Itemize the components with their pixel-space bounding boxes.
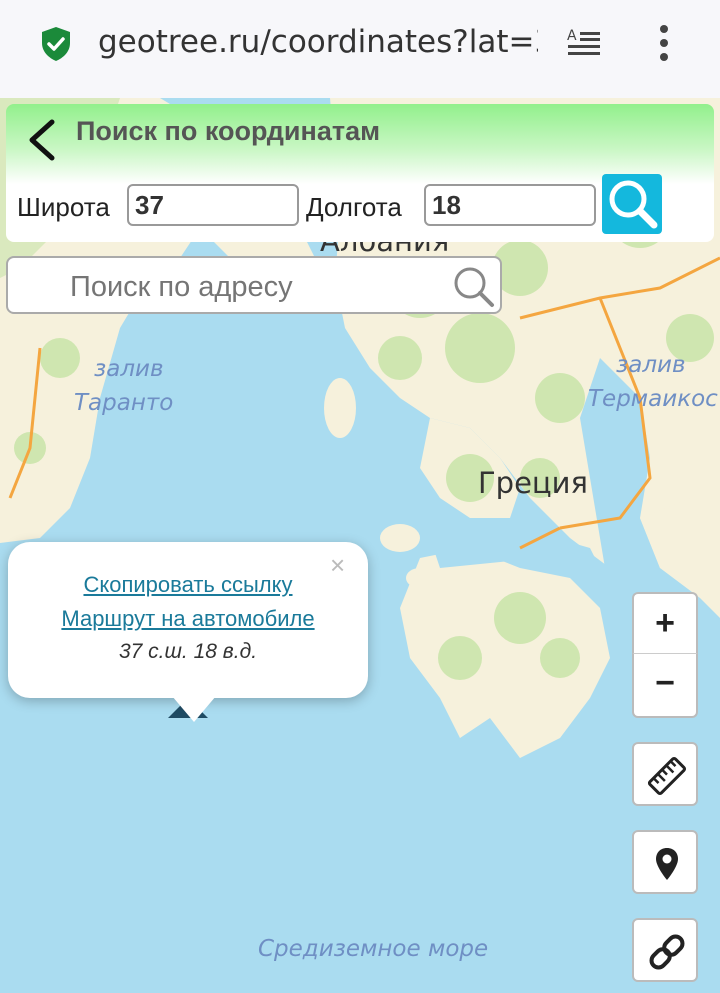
ruler-button[interactable] bbox=[632, 742, 698, 806]
copy-link[interactable]: Скопировать ссылку bbox=[8, 572, 368, 598]
link-icon bbox=[649, 934, 685, 970]
address-search-input[interactable] bbox=[68, 270, 442, 305]
latitude-label: Широта bbox=[17, 192, 110, 222]
popup-coordinates: 37 с.ш. 18 в.д. bbox=[118, 640, 258, 663]
location-popup: × Скопировать ссылку Маршрут на автомоби… bbox=[8, 542, 368, 722]
car-route-link[interactable]: Маршрут на автомобиле bbox=[8, 606, 368, 632]
coordinate-search-panel: Поиск по координатам Широта 37 Долгота 1… bbox=[6, 104, 714, 242]
address-search-box bbox=[6, 256, 502, 314]
search-icon[interactable] bbox=[452, 266, 496, 308]
zoom-out-label: − bbox=[655, 664, 675, 702]
coordinate-search-button[interactable] bbox=[602, 174, 662, 234]
place-marker-button[interactable] bbox=[632, 830, 698, 894]
label-mediterranean: Средиземное море bbox=[258, 936, 489, 962]
shield-check-icon bbox=[42, 27, 70, 61]
longitude-input[interactable]: 18 bbox=[424, 184, 596, 226]
back-arrow-icon[interactable] bbox=[24, 118, 58, 162]
label-gulf-taranto-1: залив bbox=[94, 356, 164, 382]
longitude-label: Долгота bbox=[306, 192, 402, 222]
page-title: Поиск по координатам bbox=[76, 116, 381, 146]
location-pin-icon bbox=[656, 848, 678, 880]
more-vert-icon[interactable] bbox=[656, 24, 672, 64]
svg-text:A: A bbox=[567, 28, 577, 44]
share-link-button[interactable] bbox=[632, 918, 698, 982]
search-icon bbox=[609, 180, 658, 229]
browser-url-bar: geotree.ru/coordinates?lat=3 A bbox=[0, 0, 720, 98]
zoom-in-label: + bbox=[655, 604, 675, 642]
ruler-icon bbox=[647, 756, 687, 796]
zoom-out-button[interactable]: − bbox=[632, 654, 698, 718]
reader-mode-icon[interactable]: A bbox=[566, 26, 602, 60]
label-gulf-thermaic-2: Термаикос bbox=[588, 386, 718, 412]
latitude-input[interactable]: 37 bbox=[127, 184, 299, 226]
zoom-in-button[interactable]: + bbox=[632, 592, 698, 654]
url-text[interactable]: geotree.ru/coordinates?lat=3 bbox=[98, 24, 538, 60]
label-gulf-thermaic-1: залив bbox=[616, 352, 686, 378]
label-greece: Греция bbox=[478, 466, 588, 500]
popup-tip bbox=[172, 696, 216, 722]
label-gulf-taranto-2: Таранто bbox=[74, 390, 174, 416]
